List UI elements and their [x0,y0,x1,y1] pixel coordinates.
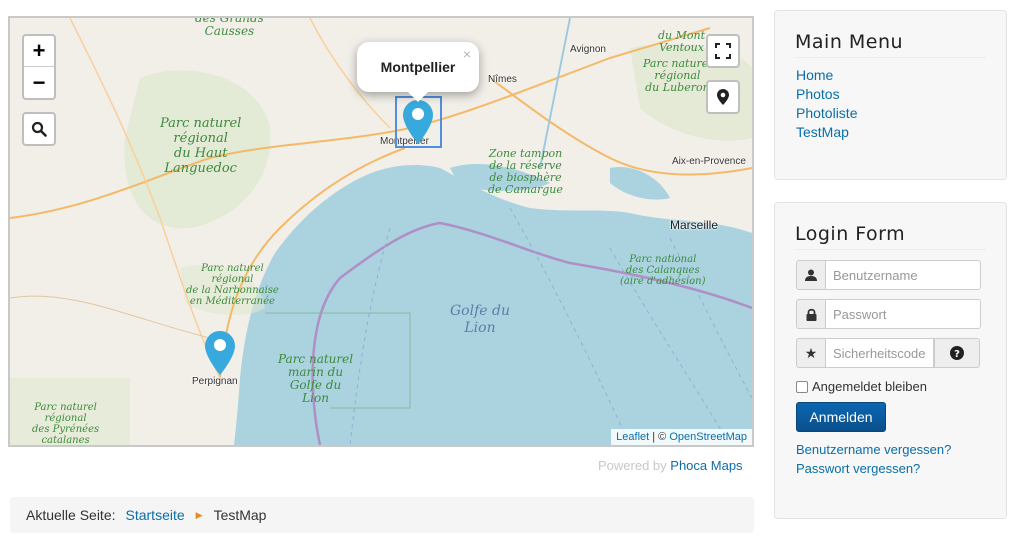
city-aix: Aix-en-Provence [672,156,746,167]
menu-item-photos[interactable]: Photos [796,85,1006,104]
main-menu-title: Main Menu [795,31,986,58]
popup-tip [407,91,429,102]
popup-title: Montpellier [380,59,456,75]
map[interactable]: des Grands Causses Parc naturel régional… [8,16,754,447]
map-marker-montpellier[interactable] [403,100,433,144]
map-attribution: Leaflet | © OpenStreetMap [611,429,752,445]
phoca-maps-link[interactable]: Phoca Maps [670,458,742,473]
breadcrumb-label: Aktuelle Seite: [26,507,116,523]
remember-me[interactable]: Angemeldet bleiben [796,379,927,394]
powered-by: Powered by Phoca Maps [598,458,743,473]
city-avignon: Avignon [570,44,606,55]
login-form-panel: Login Form Benutzername Passwort ★ Siche… [774,202,1007,519]
map-label-golfe: Golfe du Lion [450,303,510,336]
map-search-button[interactable] [22,112,56,146]
powered-by-prefix: Powered by [598,458,667,473]
lock-icon [796,299,826,329]
map-label-pyrenees: Parc naturel régional des Pyrénées catal… [32,402,100,446]
map-label-mont-ventoux: du Mont Ventoux [658,29,706,54]
secret-code-input[interactable]: Sicherheitscode [826,338,934,368]
menu-item-photoliste[interactable]: Photoliste [796,104,1006,123]
breadcrumb-home-link[interactable]: Startseite [126,507,185,523]
breadcrumb: Aktuelle Seite: Startseite ▶ TestMap [10,497,754,533]
login-button[interactable]: Anmelden [796,402,886,432]
page: des Grands Causses Parc naturel régional… [0,0,1024,560]
map-pin-icon [717,89,729,105]
password-group: Passwort [796,299,981,329]
map-label-luberon: Parc naturel régional du Luberon [643,57,712,94]
openstreetmap-link[interactable]: OpenStreetMap [669,431,747,443]
password-input[interactable]: Passwort [826,299,981,329]
breadcrumb-current: TestMap [213,507,267,523]
remember-label: Angemeldet bleiben [812,379,927,394]
marker-popup: Montpellier × [357,42,479,102]
username-group: Benutzername [796,260,981,290]
fullscreen-button[interactable] [706,34,740,68]
popup-close-icon[interactable]: × [463,46,471,62]
question-circle-icon: ? [950,346,964,360]
city-nimes: Nîmes [488,74,517,85]
search-icon [31,121,47,137]
menu-item-home[interactable]: Home [796,66,1006,85]
map-marker-perpignan[interactable] [205,331,235,375]
star-icon: ★ [796,338,826,368]
main-menu-panel: Main Menu Home Photos Photoliste TestMap [774,10,1007,180]
locate-button[interactable] [706,80,740,114]
city-marseille: Marseille [670,218,719,232]
username-input[interactable]: Benutzername [826,260,981,290]
forgot-password-link[interactable]: Passwort vergessen? [796,461,920,476]
forgot-username-link[interactable]: Benutzername vergessen? [796,442,951,457]
map-label-causses: des Grands Causses [195,16,264,38]
map-label-haut-languedoc: Parc naturel régional du Haut Languedoc [160,116,242,176]
zoom-in-button[interactable]: + [24,36,54,67]
leaflet-link[interactable]: Leaflet [616,431,649,443]
breadcrumb-arrow-icon: ▶ [195,509,203,520]
secret-code-group: ★ Sicherheitscode ? [796,338,980,368]
map-label-camargue: Zone tampon de la réserve de biosphère d… [488,147,563,196]
city-perpignan: Perpignan [192,376,238,387]
login-form-title: Login Form [795,223,986,250]
help-button[interactable]: ? [934,338,980,368]
map-label-narbonnaise: Parc naturel régional de la Narbonnaise … [186,263,279,307]
map-label-marin: Parc naturel marin du Golfe du Lion [278,352,354,405]
menu-item-testmap[interactable]: TestMap [796,123,1006,142]
user-icon [796,260,826,290]
svg-text:?: ? [954,349,960,360]
zoom-control: + − [22,34,56,100]
attribution-separator: | © [652,431,667,443]
fullscreen-icon [715,43,731,59]
remember-checkbox[interactable] [796,380,808,393]
zoom-out-button[interactable]: − [24,67,54,98]
map-label-calanques: Parc national des Calanques (aire d'adhé… [620,254,706,287]
